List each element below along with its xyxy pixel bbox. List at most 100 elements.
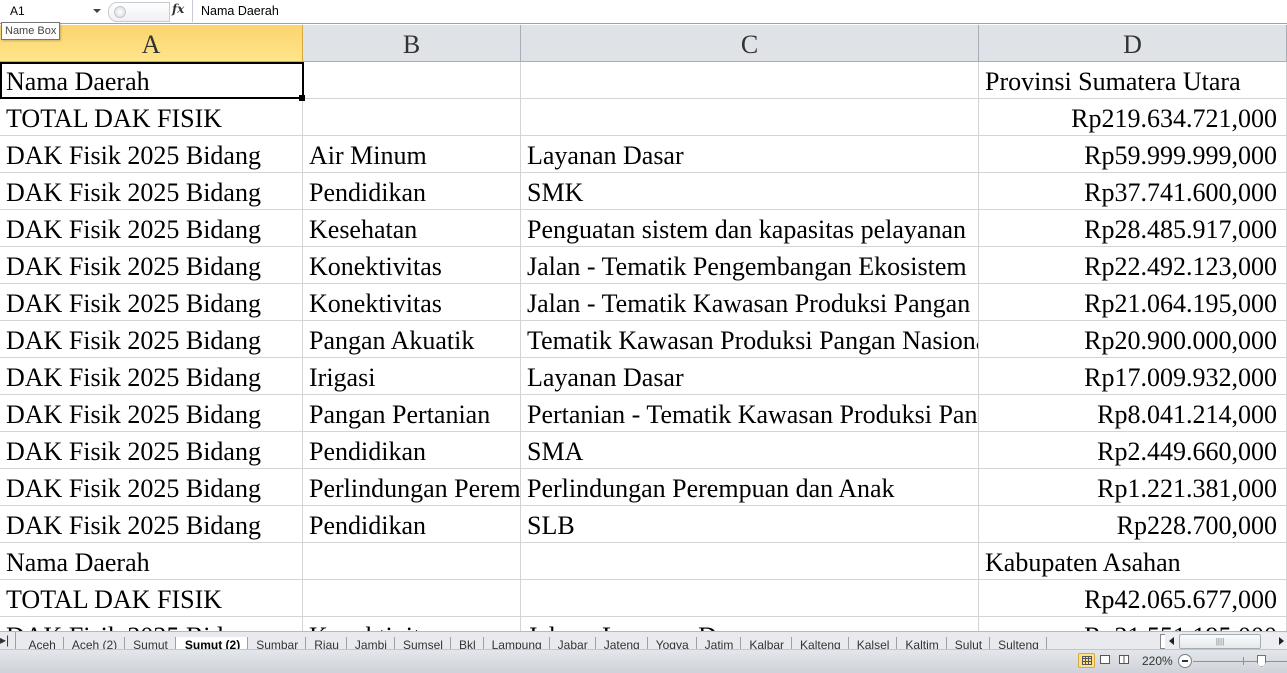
cell-a[interactable]: DAK Fisik 2025 Bidang [0,321,303,357]
cell-a[interactable]: TOTAL DAK FISIK [0,580,303,616]
cell-b[interactable]: Pangan Akuatik [303,321,521,357]
cell-b[interactable]: Air Minum [303,136,521,172]
cell-c[interactable]: SMK [521,173,979,209]
cell-d[interactable]: Rp8.041.214,000 [979,395,1287,431]
cell-b[interactable]: Pangan Pertanian [303,395,521,431]
cell-a[interactable]: DAK Fisik 2025 Bidang [0,136,303,172]
status-bar: 220% [0,649,1287,673]
table-row: DAK Fisik 2025 Bidang Kesehatan Penguatan … [0,210,1287,247]
scrollbar-thumb[interactable]: |||| [1179,634,1261,649]
horizontal-scrollbar[interactable]: |||| [1165,633,1287,649]
zoom-slider-center-tick [1243,657,1244,665]
cell-c[interactable]: Perlindungan Perempuan dan Anak [521,469,979,505]
formula-bar: A1 fx Nama Daerah [0,0,1287,24]
zoom-slider-thumb[interactable] [1257,655,1266,667]
cell-b[interactable] [303,543,521,579]
page-break-icon [1119,655,1129,664]
cell-c[interactable]: Jalan - Tematik Pengembangan Ekosistem [521,247,979,283]
cell-a[interactable]: DAK Fisik 2025 Bidang [0,210,303,246]
cell-d[interactable]: Rp2.449.660,000 [979,432,1287,468]
cell-c[interactable] [521,543,979,579]
sheet-tab-bar: ▸| Aceh Aceh (2) Sumut Sumut (2) Sumbar Riau J… [0,631,1287,650]
cell-d[interactable]: Rp20.900.000,000 [979,321,1287,357]
cell-b[interactable]: Pendidikan [303,506,521,542]
cell-a[interactable]: Nama Daerah [0,543,303,579]
scroll-right-icon[interactable] [1279,637,1284,645]
insert-function-icon[interactable]: fx [172,2,184,16]
cell-d[interactable]: Rp1.221.381,000 [979,469,1287,505]
cell-c[interactable] [521,62,979,98]
cell-b[interactable]: Perlindungan Perempuan [303,469,521,505]
cell-d[interactable]: Rp28.485.917,000 [979,210,1287,246]
sheet-tabs: ▸| Aceh Aceh (2) Sumut Sumut (2) Sumbar Riau J… [0,632,1160,650]
column-headers: A B C D [0,25,1287,62]
cell-b[interactable]: Irigasi [303,358,521,394]
cell-d[interactable]: Rp21.064.195,000 [979,284,1287,320]
table-row: TOTAL DAK FISIK Rp42.065.677,000 [0,580,1287,617]
table-row: Nama Daerah Kabupaten Asahan [0,543,1287,580]
cell-a[interactable]: DAK Fisik 2025 Bidang [0,284,303,320]
column-header-c[interactable]: C [521,25,979,61]
cell-a[interactable]: DAK Fisik 2025 Bidang [0,469,303,505]
cell-a[interactable]: DAK Fisik 2025 Bidang [0,173,303,209]
page-break-view-button[interactable] [1116,653,1133,668]
cell-c[interactable]: SMA [521,432,979,468]
cell-a[interactable]: DAK Fisik 2025 Bidang [0,506,303,542]
cell-d[interactable]: Rp42.065.677,000 [979,580,1287,616]
name-box[interactable]: A1 [0,0,106,22]
formula-input[interactable]: Nama Daerah [201,0,279,22]
table-row: DAK Fisik 2025 Bidang Pangan Akuatik Temat… [0,321,1287,358]
zoom-level[interactable]: 220% [1142,650,1173,673]
table-row: DAK Fisik 2025 Bidang Pendidikan SMK Rp37.7… [0,173,1287,210]
cell-a[interactable]: Nama Daerah [0,62,303,98]
cell-d[interactable]: Rp22.492.123,000 [979,247,1287,283]
fill-handle[interactable] [299,95,305,101]
cell-d[interactable]: Kabupaten Asahan [979,543,1287,579]
cell-b[interactable]: Pendidikan [303,432,521,468]
cell-b[interactable]: Konektivitas [303,247,521,283]
cell-b[interactable]: Pendidikan [303,173,521,209]
zoom-out-icon[interactable] [1178,654,1192,668]
cell-b[interactable] [303,99,521,135]
tab-scroll-icon[interactable]: ▸| [0,632,16,649]
normal-view-button[interactable] [1078,653,1095,668]
cell-c[interactable]: Penguatan sistem dan kapasitas pelayanan [521,210,979,246]
cell-d[interactable]: Rp37.741.600,000 [979,173,1287,209]
cell-c[interactable] [521,580,979,616]
cell-c[interactable]: Layanan Dasar [521,358,979,394]
cell-a[interactable]: DAK Fisik 2025 Bidang [0,432,303,468]
cell-c[interactable]: SLB [521,506,979,542]
cell-a[interactable]: TOTAL DAK FISIK [0,99,303,135]
cell-c[interactable] [521,99,979,135]
cell-d[interactable]: Rp17.009.932,000 [979,358,1287,394]
cell-b[interactable] [303,580,521,616]
table-row: DAK Fisik 2025 Bidang Irigasi Layanan Dasa… [0,358,1287,395]
cell-d[interactable]: Provinsi Sumatera Utara [979,62,1287,98]
cell-b[interactable] [303,62,521,98]
table-row: DAK Fisik 2025 Bidang Pendidikan SMA Rp2.44… [0,432,1287,469]
formula-bar-splitter[interactable] [108,2,170,22]
column-header-d[interactable]: D [979,25,1287,61]
cell-c[interactable]: Pertanian - Tematik Kawasan Produksi Pan… [521,395,979,431]
page-layout-icon [1100,655,1110,664]
cell-c[interactable]: Jalan - Tematik Kawasan Produksi Pangan [521,284,979,320]
cell-c[interactable]: Layanan Dasar [521,136,979,172]
name-box-dropdown-icon[interactable] [93,9,101,13]
cell-a[interactable]: DAK Fisik 2025 Bidang [0,395,303,431]
cell-d[interactable]: Rp219.634.721,000 [979,99,1287,135]
page-layout-view-button[interactable] [1097,653,1114,668]
column-header-b[interactable]: B [303,25,521,61]
table-row: Nama Daerah Provinsi Sumatera Utara [0,62,1287,99]
cell-a[interactable]: DAK Fisik 2025 Bidang [0,247,303,283]
cell-b[interactable]: Kesehatan [303,210,521,246]
table-row: DAK Fisik 2025 Bidang Pangan Pertanian Per… [0,395,1287,432]
scroll-left-icon[interactable] [1169,637,1174,645]
zoom-slider[interactable] [1193,661,1287,662]
cell-d[interactable]: Rp228.700,000 [979,506,1287,542]
cell-b[interactable]: Konektivitas [303,284,521,320]
formula-divider [192,0,193,22]
cell-d[interactable]: Rp59.999.999,000 [979,136,1287,172]
cell-a[interactable]: DAK Fisik 2025 Bidang [0,358,303,394]
cell-c[interactable]: Tematik Kawasan Produksi Pangan Nasional [521,321,979,357]
table-row: TOTAL DAK FISIK Rp219.634.721,000 [0,99,1287,136]
